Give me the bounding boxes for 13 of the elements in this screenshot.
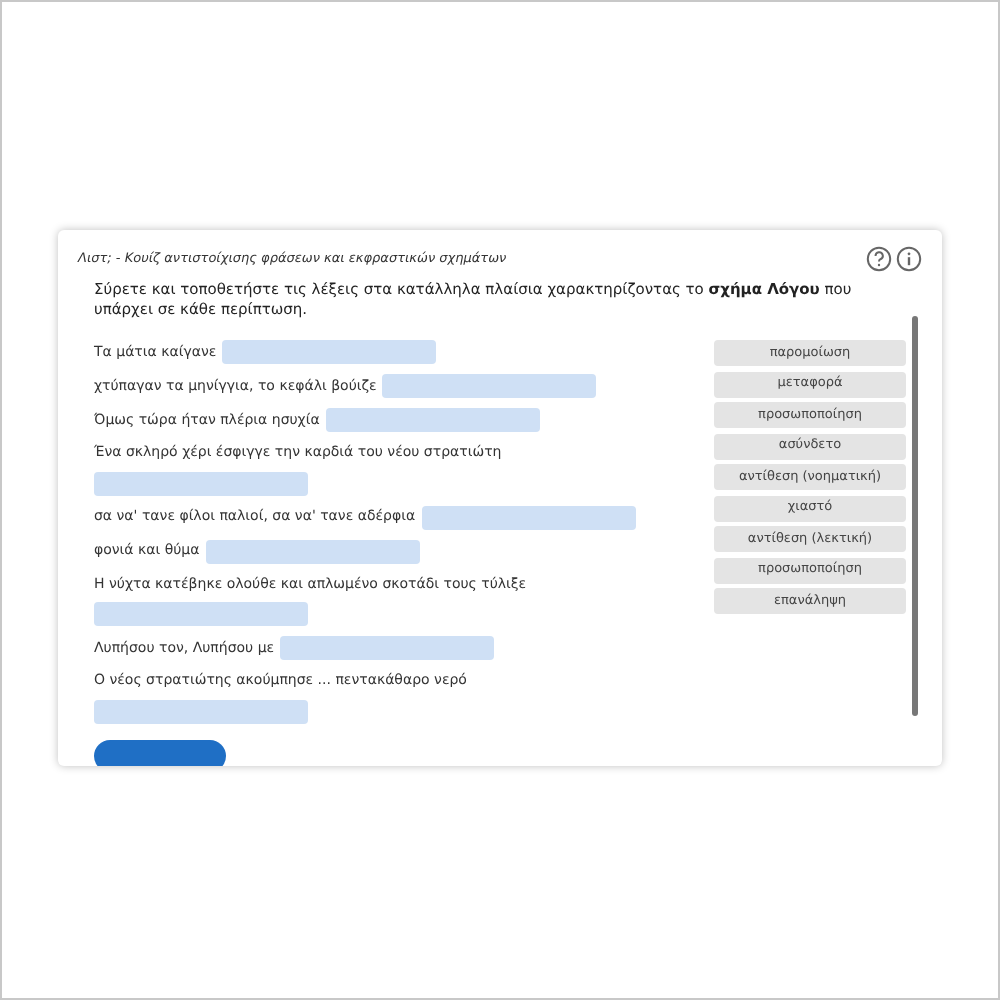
drop-zone[interactable] (94, 602, 308, 626)
drop-zone[interactable] (325, 408, 540, 432)
drop-zone[interactable] (421, 505, 636, 529)
drop-zone[interactable] (280, 636, 495, 660)
scrollbar[interactable] (912, 316, 918, 716)
drop-zone[interactable] (94, 699, 308, 723)
drop-zone[interactable] (382, 374, 597, 398)
help-icon[interactable] (866, 246, 892, 272)
drop-zone[interactable] (205, 539, 420, 563)
info-icon[interactable] (896, 246, 922, 272)
drop-zone[interactable] (222, 340, 437, 364)
drop-zone[interactable] (94, 471, 308, 495)
submit-button[interactable] (94, 739, 226, 766)
